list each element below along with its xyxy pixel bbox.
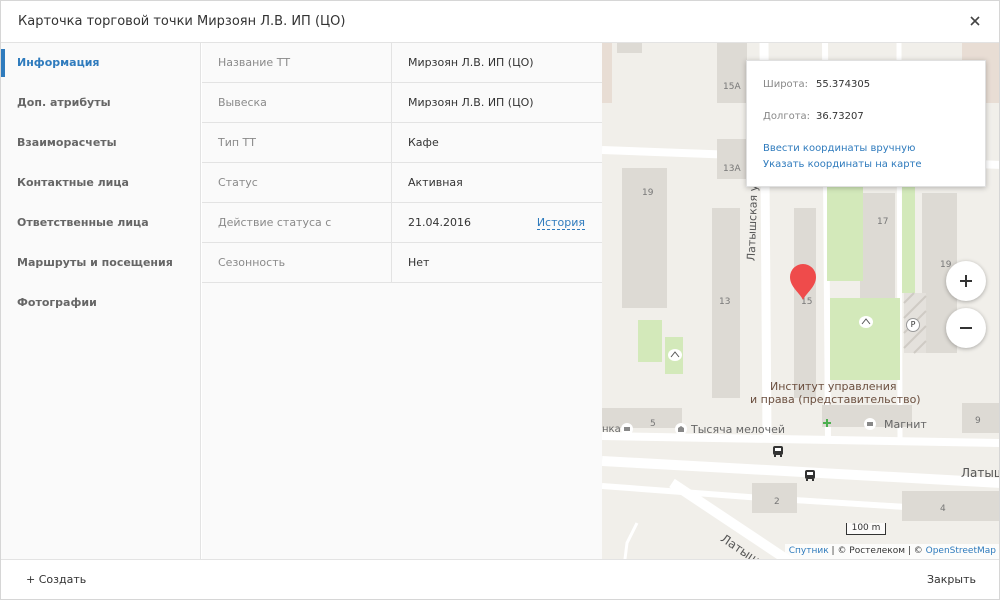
map-house-label: 17 bbox=[877, 217, 889, 227]
row-label: Тип ТТ bbox=[218, 136, 256, 149]
map-poi-label: Магнит bbox=[884, 418, 927, 431]
osm-link[interactable]: OpenStreetMap bbox=[926, 546, 996, 556]
pick-on-map-link[interactable]: Указать координаты на карте bbox=[763, 159, 922, 170]
enter-coordinates-link[interactable]: Ввести координаты вручную bbox=[763, 143, 915, 154]
dialog-title: Карточка торговой точки Мирзоян Л.В. ИП … bbox=[18, 14, 346, 29]
latitude-value: 55.374305 bbox=[816, 79, 871, 90]
sidebar-item-contacts[interactable]: Контактные лица bbox=[1, 163, 200, 203]
sidebar-item-photos[interactable]: Фотографии bbox=[1, 283, 200, 323]
map-house-label: 2 bbox=[774, 497, 780, 507]
plus-icon bbox=[960, 275, 972, 287]
map-street-label: Латыш bbox=[961, 466, 999, 480]
table-row: Название ТТ Мирзоян Л.В. ИП (ЦО) bbox=[202, 43, 602, 83]
sputnik-link[interactable]: Спутник bbox=[789, 546, 829, 556]
row-value: Нет bbox=[391, 243, 602, 282]
table-row: Вывеска Мирзоян Л.В. ИП (ЦО) bbox=[202, 83, 602, 123]
sidebar-item-extra-attributes[interactable]: Доп. атрибуты bbox=[1, 83, 200, 123]
parking-icon: P bbox=[906, 318, 920, 332]
attribution-text: | © Ростелеком | © bbox=[828, 546, 926, 556]
row-value: Мирзоян Л.В. ИП (ЦО) bbox=[391, 83, 602, 122]
table-row: Действие статуса с 21.04.2016 История bbox=[202, 203, 602, 243]
status-date: 21.04.2016 bbox=[408, 216, 471, 229]
close-icon[interactable] bbox=[965, 11, 985, 31]
longitude-value: 36.73207 bbox=[816, 111, 864, 122]
longitude-label: Долгота: bbox=[763, 111, 811, 122]
row-label: Вывеска bbox=[218, 96, 267, 109]
map-poi-label: и права (представительство) bbox=[750, 393, 921, 406]
map-house-label: 9 bbox=[975, 416, 981, 426]
map-attribution: Спутник | © Ростелеком | © OpenStreetMap bbox=[784, 544, 999, 559]
close-button[interactable]: Закрыть bbox=[927, 573, 976, 586]
dialog-footer: + Создать Закрыть bbox=[1, 559, 999, 599]
row-label: Сезонность bbox=[218, 256, 286, 269]
table-row: Статус Активная bbox=[202, 163, 602, 203]
trade-point-dialog: Карточка торговой точки Мирзоян Л.В. ИП … bbox=[0, 0, 1000, 600]
row-label: Действие статуса с bbox=[218, 216, 332, 229]
latitude-label: Широта: bbox=[763, 79, 808, 90]
map-poi-label: нка bbox=[602, 424, 621, 435]
map-house-label: 13 bbox=[719, 297, 731, 307]
coordinates-popup: Широта: 55.374305 Долгота: 36.73207 Ввес… bbox=[746, 60, 986, 187]
minus-icon bbox=[960, 327, 972, 329]
sidebar-nav: Информация Доп. атрибуты Взаиморасчеты К… bbox=[1, 43, 201, 559]
info-table: Название ТТ Мирзоян Л.В. ИП (ЦО) Вывеска… bbox=[202, 43, 602, 559]
table-row: Тип ТТ Кафе bbox=[202, 123, 602, 163]
table-row: Сезонность Нет bbox=[202, 243, 602, 283]
zoom-out-button[interactable] bbox=[946, 308, 986, 348]
row-value: Активная bbox=[391, 163, 602, 202]
map-house-label: 5 bbox=[650, 419, 656, 429]
map-house-label: 15А bbox=[723, 82, 741, 92]
sidebar-item-settlements[interactable]: Взаиморасчеты bbox=[1, 123, 200, 163]
map-house-label: 19 bbox=[642, 188, 654, 198]
map-scale: 100 m bbox=[846, 523, 886, 535]
row-label: Название ТТ bbox=[218, 56, 291, 69]
map-poi-label: Институт управления bbox=[770, 380, 897, 393]
row-value: Мирзоян Л.В. ИП (ЦО) bbox=[391, 43, 602, 82]
dialog-header: Карточка торговой точки Мирзоян Л.В. ИП … bbox=[1, 1, 999, 43]
sidebar-item-info[interactable]: Информация bbox=[1, 43, 200, 83]
map-house-label: 4 bbox=[940, 504, 946, 514]
history-link[interactable]: История bbox=[536, 216, 585, 230]
map-poi-label: Тысяча мелочей bbox=[691, 423, 786, 436]
row-value: Кафе bbox=[391, 123, 602, 162]
zoom-in-button[interactable] bbox=[946, 261, 986, 301]
create-button[interactable]: + Создать bbox=[26, 573, 86, 586]
sidebar-item-responsible[interactable]: Ответственные лица bbox=[1, 203, 200, 243]
map-view[interactable]: 15А 13А 19 17 19 13 15 5 9 2 4 Латышская… bbox=[602, 43, 999, 559]
row-label: Статус bbox=[218, 176, 258, 189]
map-house-label: 13А bbox=[723, 164, 741, 174]
sidebar-item-routes[interactable]: Маршруты и посещения bbox=[1, 243, 200, 283]
